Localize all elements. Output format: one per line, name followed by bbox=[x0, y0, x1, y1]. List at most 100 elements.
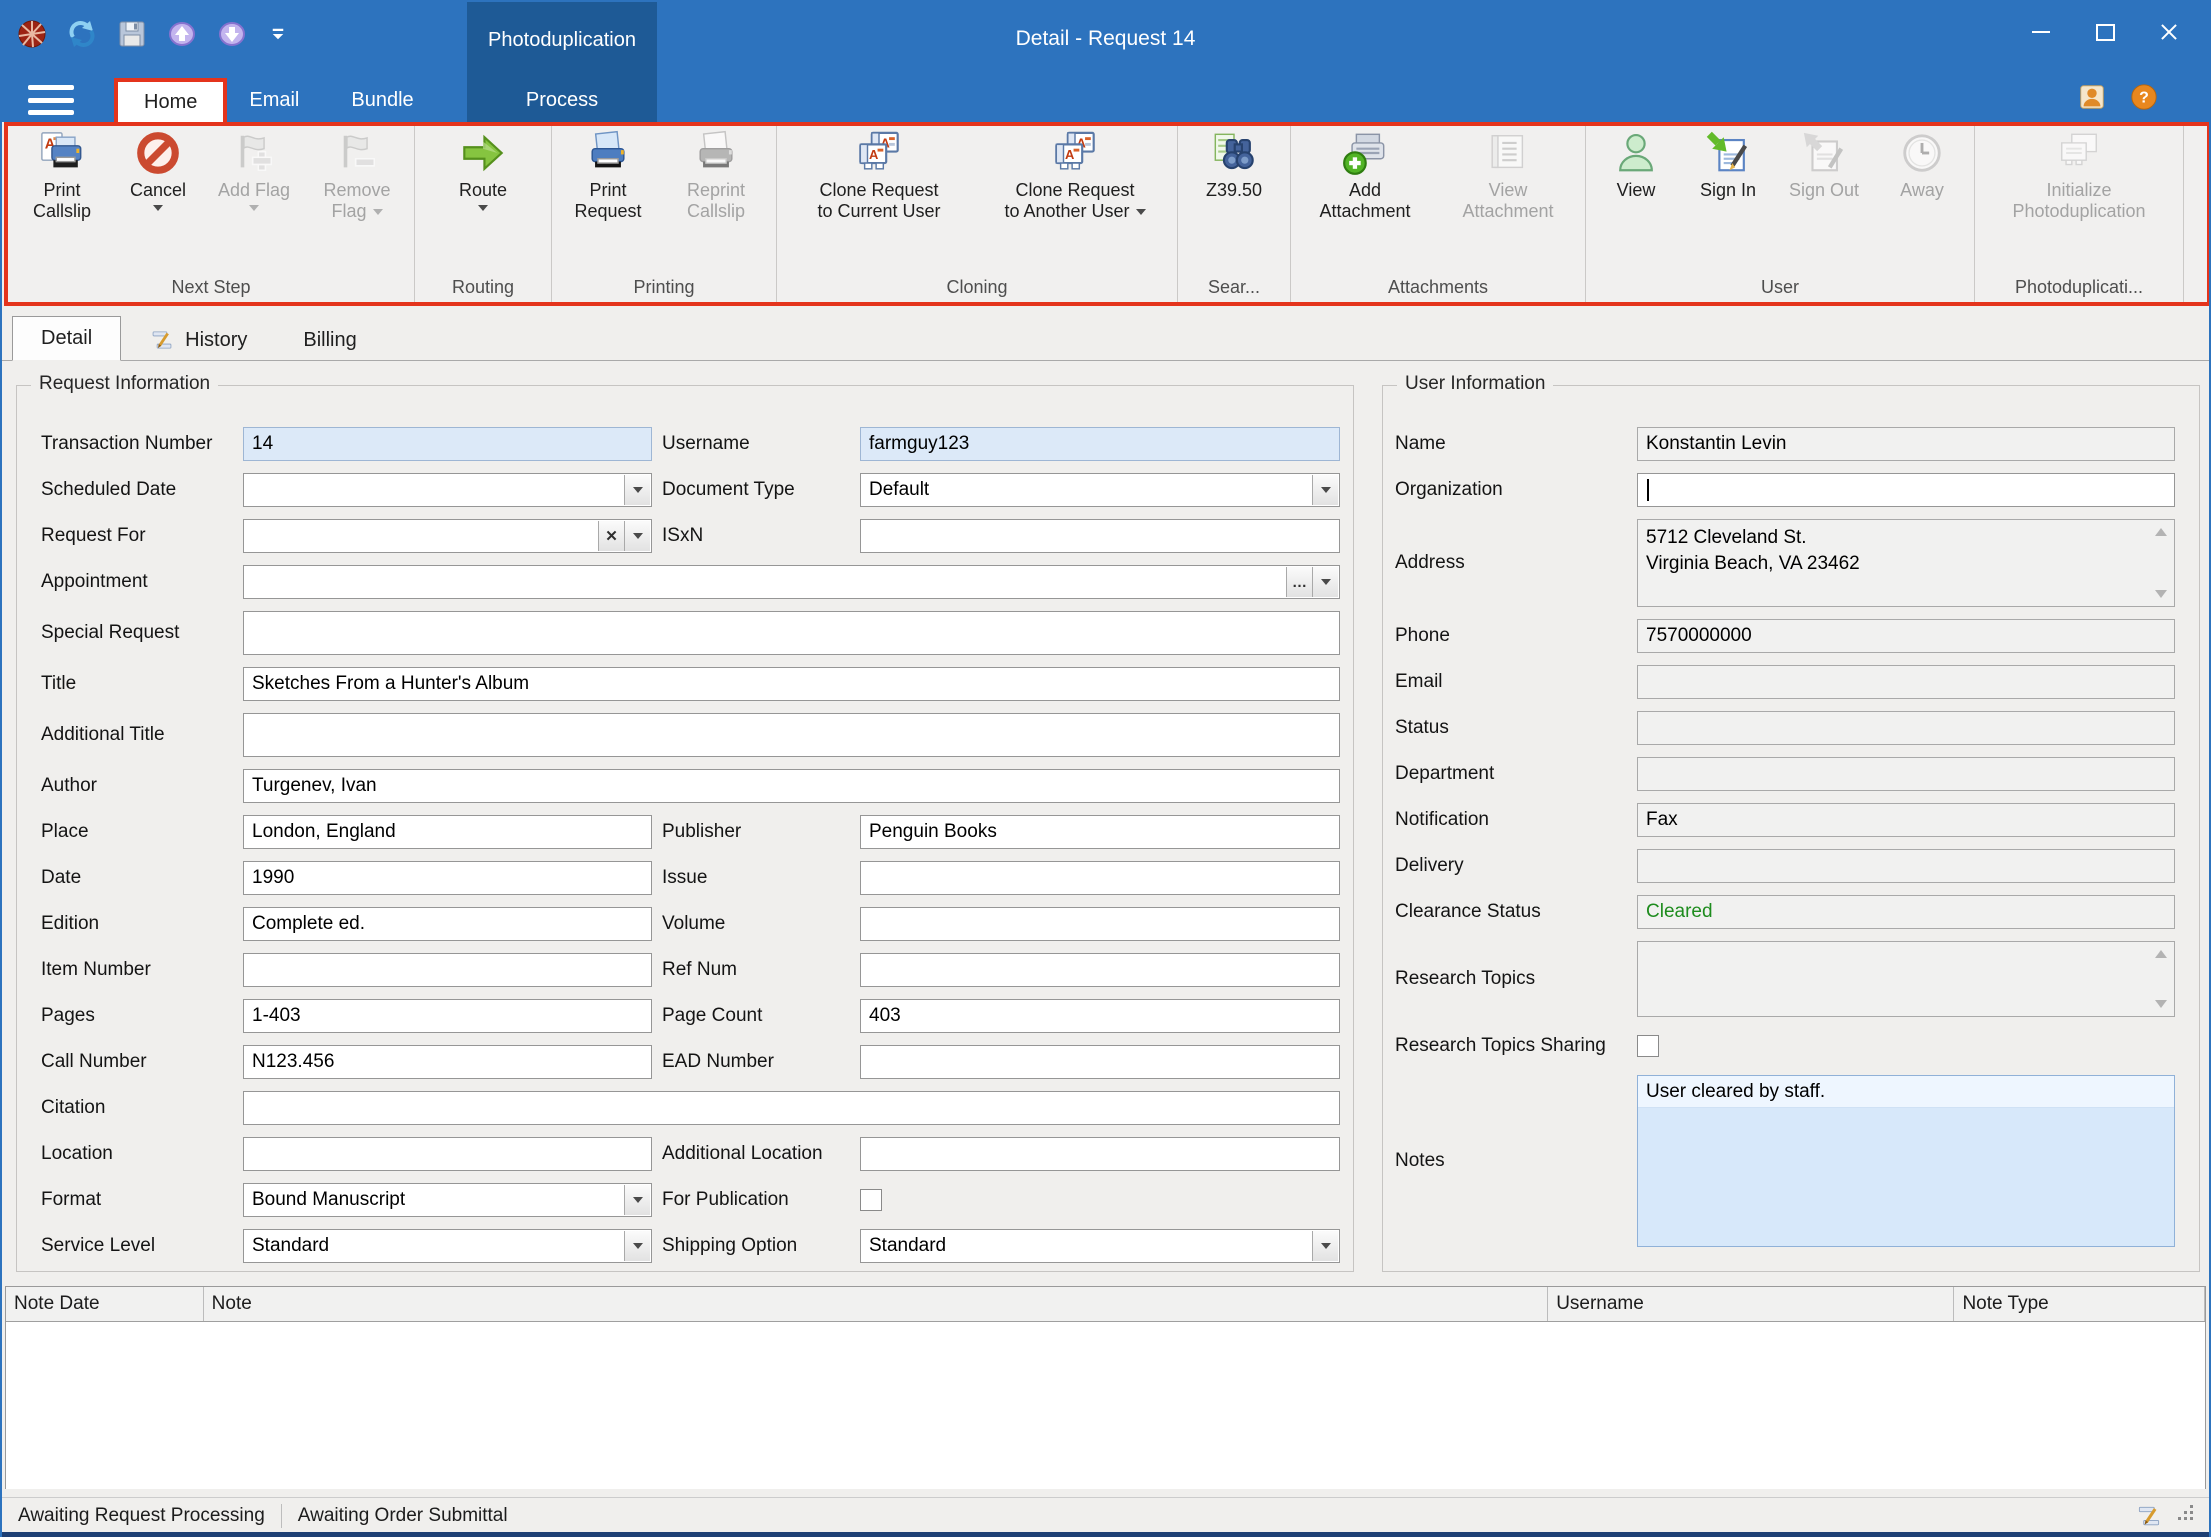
route-button[interactable]: Route bbox=[419, 126, 547, 211]
form-row: Citation bbox=[41, 1091, 1353, 1125]
issue-field[interactable] bbox=[860, 861, 1340, 895]
place-field[interactable]: London, England bbox=[243, 815, 652, 849]
dropdown-caret-icon bbox=[1321, 1243, 1331, 1249]
save-icon[interactable] bbox=[116, 18, 148, 50]
route-down-icon[interactable] bbox=[216, 18, 248, 50]
qa-customize-icon[interactable] bbox=[266, 22, 290, 46]
column-header-note-date[interactable]: Note Date bbox=[6, 1287, 204, 1321]
isxn-field[interactable] bbox=[860, 519, 1340, 553]
citation-field[interactable] bbox=[243, 1091, 1340, 1125]
ref-num-field[interactable] bbox=[860, 953, 1340, 987]
quick-access-toolbar bbox=[16, 18, 290, 50]
publisher-field[interactable]: Penguin Books bbox=[860, 815, 1340, 849]
dropdown-button[interactable] bbox=[1312, 475, 1338, 505]
tab-billing[interactable]: Billing bbox=[275, 320, 384, 360]
clone-request-to-current-user-button[interactable]: AAClone Requestto Current User bbox=[781, 126, 977, 222]
date-label: Date bbox=[41, 867, 243, 889]
dropdown-button[interactable] bbox=[624, 1231, 650, 1261]
column-header-username[interactable]: Username bbox=[1548, 1287, 1954, 1321]
shipping-option-field[interactable]: Standard bbox=[860, 1229, 1340, 1263]
tab-bundle[interactable]: Bundle bbox=[325, 78, 439, 122]
z39-50-button[interactable]: Z39.50 bbox=[1182, 126, 1286, 201]
presence-icon[interactable] bbox=[2077, 82, 2107, 112]
scheduled-date-field[interactable] bbox=[243, 473, 652, 507]
phone-value: 7570000000 bbox=[1646, 625, 1752, 647]
date-field[interactable]: 1990 bbox=[243, 861, 652, 895]
print-callslip-button[interactable]: APrintCallslip bbox=[12, 126, 112, 222]
special-request-field[interactable] bbox=[243, 611, 1340, 655]
volume-label: Volume bbox=[652, 913, 860, 935]
dropdown-button[interactable] bbox=[1312, 1231, 1338, 1261]
form-row: Pages1-403Page Count403 bbox=[41, 999, 1353, 1033]
call-number-field[interactable]: N123.456 bbox=[243, 1045, 652, 1079]
refresh-icon[interactable] bbox=[66, 18, 98, 50]
view-user-icon bbox=[1613, 130, 1659, 176]
volume-field[interactable] bbox=[860, 907, 1340, 941]
form-row: Item NumberRef Num bbox=[41, 953, 1353, 987]
add-flag-button: Add Flag bbox=[204, 126, 304, 211]
column-header-note[interactable]: Note bbox=[204, 1287, 1549, 1321]
request-info-rows: Transaction Number14Usernamefarmguy123Sc… bbox=[41, 427, 1353, 1263]
maximize-button[interactable] bbox=[2073, 4, 2137, 60]
dropdown-caret-icon bbox=[153, 205, 163, 211]
ead-number-field[interactable] bbox=[860, 1045, 1340, 1079]
edition-field[interactable]: Complete ed. bbox=[243, 907, 652, 941]
tab-detail[interactable]: Detail bbox=[12, 316, 121, 361]
page-count-field[interactable]: 403 bbox=[860, 999, 1340, 1033]
sign-in-button[interactable]: Sign In bbox=[1682, 126, 1774, 201]
dropdown-button[interactable] bbox=[624, 521, 650, 551]
title-field[interactable]: Sketches From a Hunter's Album bbox=[243, 667, 1340, 701]
username-field: farmguy123 bbox=[860, 427, 1340, 461]
clone-request-to-another-user-button[interactable]: AAClone Requestto Another User bbox=[977, 126, 1173, 222]
organization-field[interactable] bbox=[1637, 473, 2175, 507]
item-number-label: Item Number bbox=[41, 959, 243, 981]
location-field[interactable] bbox=[243, 1137, 652, 1171]
resize-grip[interactable] bbox=[2177, 1504, 2195, 1527]
tab-home[interactable]: Home bbox=[118, 82, 223, 122]
research-topics-sharing-checkbox[interactable] bbox=[1637, 1035, 1659, 1057]
tab-history[interactable]: History bbox=[121, 320, 275, 360]
notes-table-body[interactable] bbox=[6, 1322, 2205, 1489]
shipping-option-value: Standard bbox=[869, 1235, 946, 1257]
column-header-note-type[interactable]: Note Type bbox=[1954, 1287, 2205, 1321]
add-attachment-button[interactable]: AddAttachment bbox=[1295, 126, 1435, 222]
clear-button[interactable]: ✕ bbox=[598, 521, 624, 551]
button-label: Attachment bbox=[1319, 201, 1410, 222]
dropdown-caret-icon bbox=[1321, 487, 1331, 493]
pages-field[interactable]: 1-403 bbox=[243, 999, 652, 1033]
minimize-button[interactable] bbox=[2009, 4, 2073, 60]
close-button[interactable] bbox=[2137, 4, 2201, 60]
document-type-field[interactable]: Default bbox=[860, 473, 1340, 507]
request-for-field[interactable]: ✕ bbox=[243, 519, 652, 553]
delivery-field bbox=[1637, 849, 2175, 883]
form-row: NotesUser cleared by staff. bbox=[1395, 1075, 2199, 1247]
tab-email[interactable]: Email bbox=[223, 78, 325, 122]
browse-button[interactable]: … bbox=[1286, 567, 1312, 597]
appointment-field[interactable]: … bbox=[243, 565, 1340, 599]
dropdown-button[interactable] bbox=[1312, 567, 1338, 597]
button-label: Print bbox=[589, 180, 626, 201]
dropdown-caret-icon bbox=[1136, 209, 1146, 215]
format-field[interactable]: Bound Manuscript bbox=[243, 1183, 652, 1217]
item-number-field[interactable] bbox=[243, 953, 652, 987]
dropdown-button[interactable] bbox=[624, 475, 650, 505]
view-button[interactable]: View bbox=[1590, 126, 1682, 201]
cancel-button[interactable]: Cancel bbox=[112, 126, 204, 211]
ribbon-group-label: Sear... bbox=[1178, 277, 1290, 298]
dropdown-button[interactable] bbox=[624, 1185, 650, 1215]
author-field[interactable]: Turgenev, Ivan bbox=[243, 769, 1340, 803]
additional-title-field[interactable] bbox=[243, 713, 1340, 757]
name-field: Konstantin Levin bbox=[1637, 427, 2175, 461]
help-icon[interactable]: ? bbox=[2129, 82, 2159, 112]
title-label: Title bbox=[41, 673, 243, 695]
tab-process[interactable]: Process bbox=[467, 78, 657, 122]
route-up-icon[interactable] bbox=[166, 18, 198, 50]
notes-value: User cleared by staff. bbox=[1646, 1081, 1825, 1103]
hamburger-menu-icon[interactable] bbox=[28, 85, 74, 115]
additional-location-field[interactable] bbox=[860, 1137, 1340, 1171]
button-label: Attachment bbox=[1462, 201, 1553, 222]
service-level-field[interactable]: Standard bbox=[243, 1229, 652, 1263]
place-label: Place bbox=[41, 821, 243, 843]
for-publication-checkbox[interactable] bbox=[860, 1189, 882, 1211]
print-request-button[interactable]: PrintRequest bbox=[556, 126, 660, 222]
